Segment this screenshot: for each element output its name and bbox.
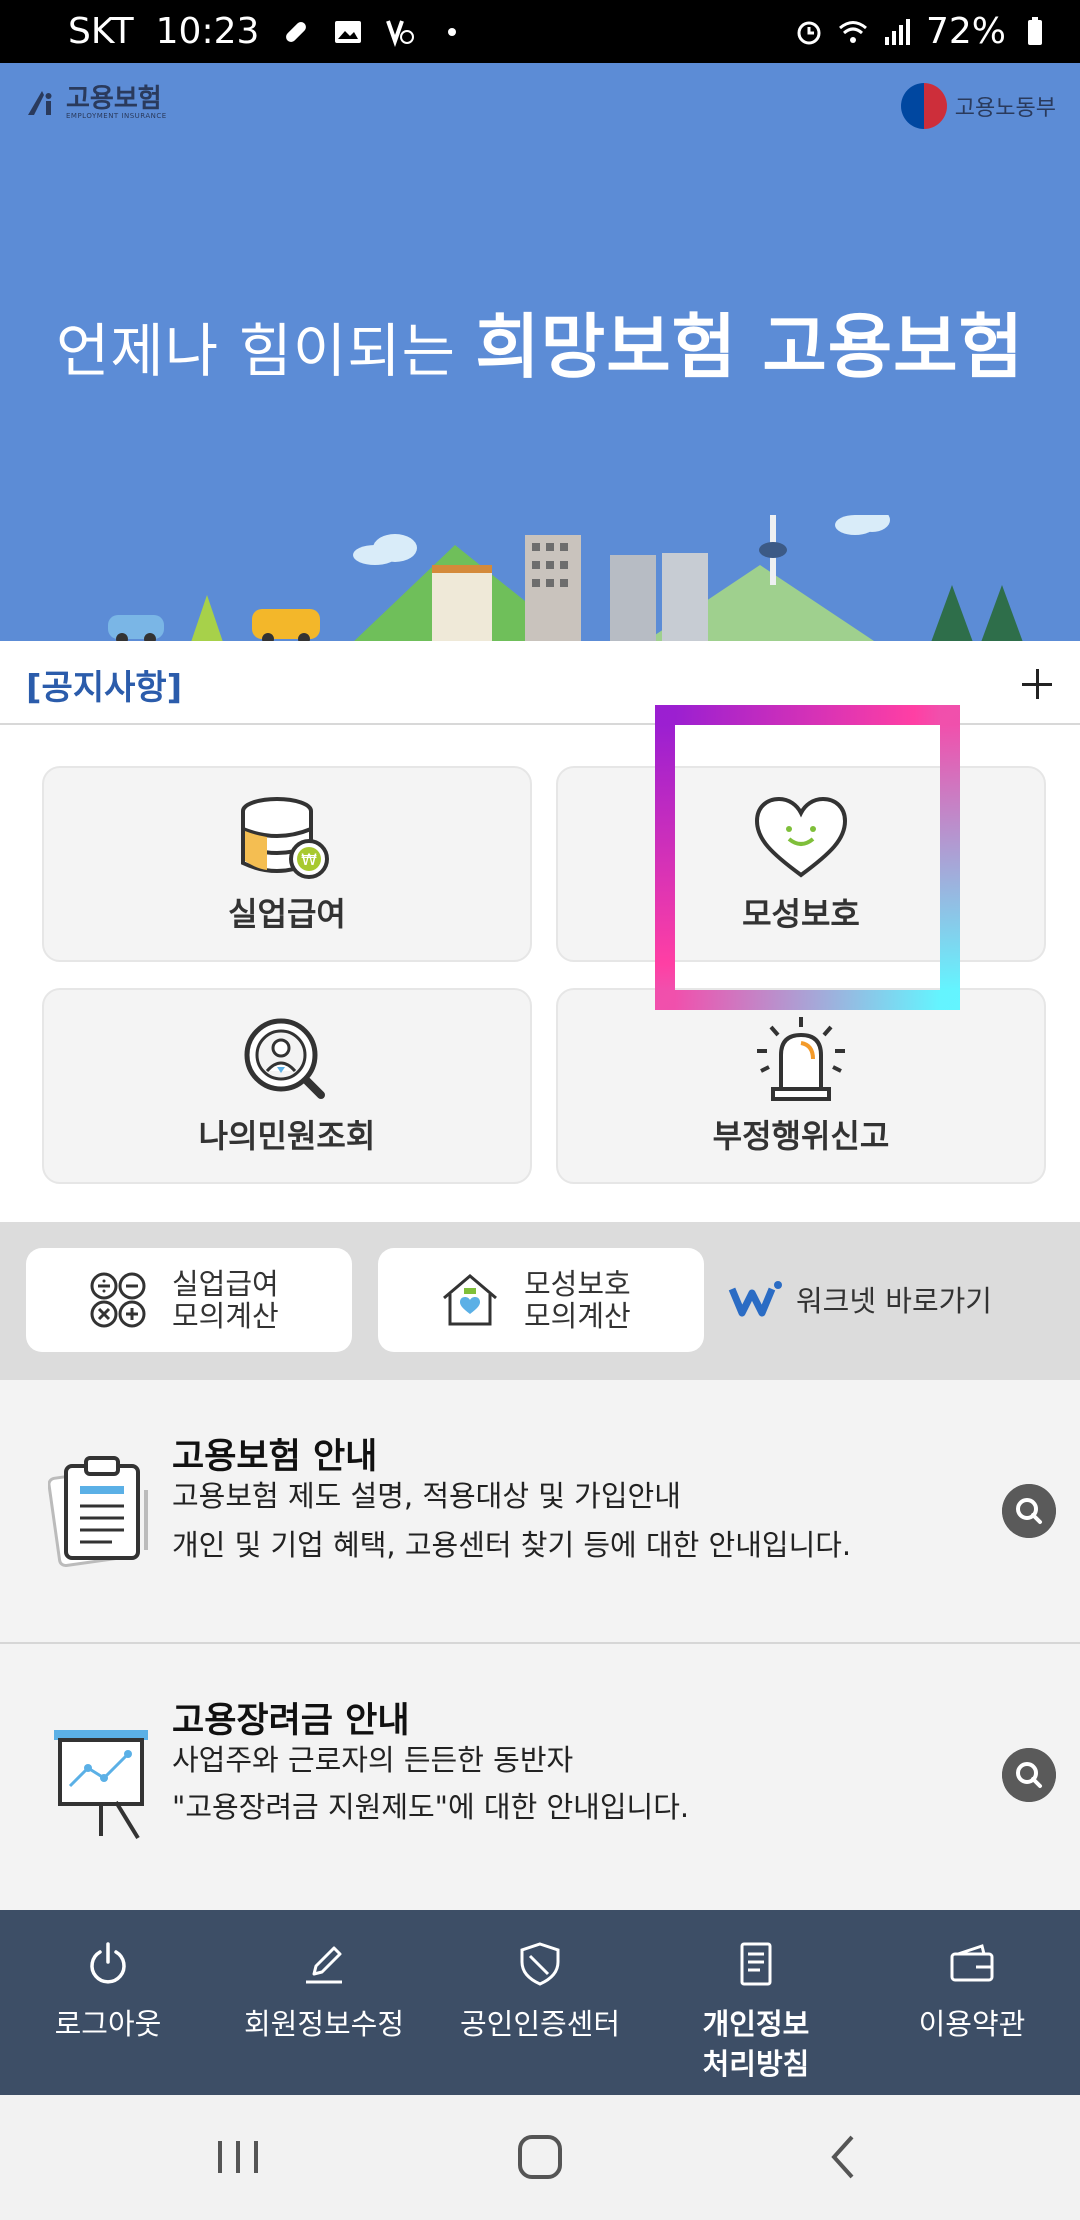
info-title: 고용보험 안내 — [172, 1437, 378, 1477]
unemployment-calculator-label: 실업급여 모의계산 — [172, 1267, 279, 1333]
carrier-label: SKT — [68, 11, 134, 52]
home-icon[interactable] — [500, 2125, 580, 2189]
ministry-logo: 고용노동부 — [900, 83, 1056, 129]
logo-subtext: EMPLOYMENT INSURANCE — [66, 112, 167, 120]
heart-smile-icon — [754, 796, 848, 878]
worknet-logo-icon — [728, 1281, 782, 1317]
nav-label: 로그아웃 — [54, 2007, 162, 2041]
info-description-line2: "고용장려금 지원제도"에 대한 안내입니다. — [172, 1790, 690, 1824]
tile-my-complaint-inquiry[interactable]: 나의민원조회 — [42, 988, 532, 1184]
nav-label: 이용약관 — [918, 2007, 1026, 2041]
svg-text:₩: ₩ — [301, 850, 317, 869]
info-description-line1: 사업주와 근로자의 든든한 동반자 — [172, 1743, 574, 1777]
person-search-icon — [244, 1018, 325, 1099]
ministry-name: 고용노동부 — [954, 96, 1056, 121]
tile-label: 나의민원조회 — [198, 1117, 376, 1155]
wallet-icon — [950, 1944, 994, 1982]
info-title: 고용장려금 안내 — [172, 1701, 410, 1741]
info-section-employment-insurance[interactable]: 고용보험 안내 고용보험 제도 설명, 적용대상 및 가입안내 개인 및 기업 … — [0, 1380, 1080, 1642]
employment-insurance-logo[interactable]: 고용보험 EMPLOYMENT INSURANCE — [24, 85, 167, 121]
tile-label: 모성보호 — [742, 895, 860, 933]
search-icon[interactable] — [1002, 1484, 1056, 1538]
presentation-chart-icon — [54, 1730, 148, 1840]
shield-icon — [520, 1942, 560, 1986]
unemployment-calculator-button[interactable]: 실업급여 모의계산 — [26, 1248, 352, 1352]
tile-label: 부정행위신고 — [712, 1117, 890, 1155]
info-description-line1: 고용보험 제도 설명, 적용대상 및 가입안내 — [172, 1479, 681, 1513]
city-illustration — [0, 515, 1080, 645]
system-navigation-bar — [0, 2095, 1080, 2220]
volte-icon — [386, 19, 415, 47]
alarm-icon — [797, 21, 821, 44]
bottom-navigation: 로그아웃 회원정보수정 공인인증센터 개인정보 처리방침 이용약관 — [0, 1910, 1080, 2095]
coin-database-icon: ₩ — [241, 797, 329, 879]
recent-apps-icon[interactable] — [198, 2125, 278, 2189]
hero-banner: 고용보험 EMPLOYMENT INSURANCE 고용노동부 언제나 힘이되는… — [0, 63, 1080, 645]
taegeuk-icon — [900, 83, 947, 129]
quick-action-bar: 실업급여 모의계산 모성보호 모의계산 워크넷 바로가기 — [0, 1222, 1080, 1380]
tile-unemployment-benefit[interactable]: ₩ 실업급여 — [42, 766, 532, 962]
clock: 10:23 — [155, 11, 260, 52]
notice-bar[interactable]: [공지사항] — [0, 645, 1080, 725]
plus-icon[interactable] — [1020, 667, 1054, 701]
worknet-label: 워크넷 바로가기 — [796, 1284, 992, 1318]
nav-privacy-policy[interactable]: 개인정보 처리방침 — [648, 1910, 864, 2095]
house-heart-icon — [443, 1274, 497, 1326]
nav-label: 공인인증센터 — [459, 2007, 621, 2041]
tile-label: 실업급여 — [228, 895, 346, 933]
back-icon[interactable] — [804, 2125, 884, 2189]
search-icon[interactable] — [1002, 1748, 1056, 1802]
hero-title-normal: 언제나 힘이되는 — [56, 317, 476, 385]
nav-terms-of-use[interactable]: 이용약관 — [864, 1910, 1080, 2095]
worknet-link[interactable]: 워크넷 바로가기 — [728, 1278, 992, 1320]
maternity-calculator-label: 모성보호 모의계산 — [524, 1267, 631, 1333]
clipboard-icon — [48, 1456, 148, 1568]
nav-certificate-center[interactable]: 공인인증센터 — [432, 1910, 648, 2095]
tile-maternity-protection[interactable]: 모성보호 — [556, 766, 1046, 962]
hero-title-bold: 희망보험 고용보험 — [475, 306, 1024, 388]
dot-icon — [448, 27, 457, 36]
image-icon — [335, 20, 362, 43]
nav-label: 개인정보 처리방침 — [702, 2007, 810, 2081]
battery-level: 72% — [925, 11, 1006, 52]
notice-label[interactable]: [공지사항] — [26, 660, 182, 709]
power-icon — [90, 1942, 126, 1984]
pill-icon — [286, 21, 307, 42]
maternity-calculator-button[interactable]: 모성보호 모의계산 — [378, 1248, 704, 1352]
siren-icon — [757, 1017, 845, 1101]
logo-mark-icon — [28, 91, 52, 115]
battery-icon — [1028, 16, 1042, 45]
info-description-line2: 개인 및 기업 혜택, 고용센터 찾기 등에 대한 안내입니다. — [172, 1528, 852, 1562]
signal-icon — [884, 18, 910, 45]
hero-title: 언제나 힘이되는 희망보험 고용보험 — [0, 291, 1080, 392]
tile-fraud-report[interactable]: 부정행위신고 — [556, 988, 1046, 1184]
document-icon — [740, 1942, 772, 1986]
wifi-icon — [839, 20, 867, 43]
nav-edit-member-info[interactable]: 회원정보수정 — [216, 1910, 432, 2095]
nav-logout[interactable]: 로그아웃 — [0, 1910, 216, 2095]
calculator-symbols-icon — [90, 1272, 146, 1328]
logo-text: 고용보험 — [66, 84, 162, 114]
info-section-employment-subsidy[interactable]: 고용장려금 안내 사업주와 근로자의 든든한 동반자 "고용장려금 지원제도"에… — [0, 1644, 1080, 1910]
nav-label: 회원정보수정 — [243, 2007, 405, 2041]
edit-icon — [306, 1946, 342, 1984]
status-bar: SKT 10:23 72% — [0, 0, 1080, 63]
